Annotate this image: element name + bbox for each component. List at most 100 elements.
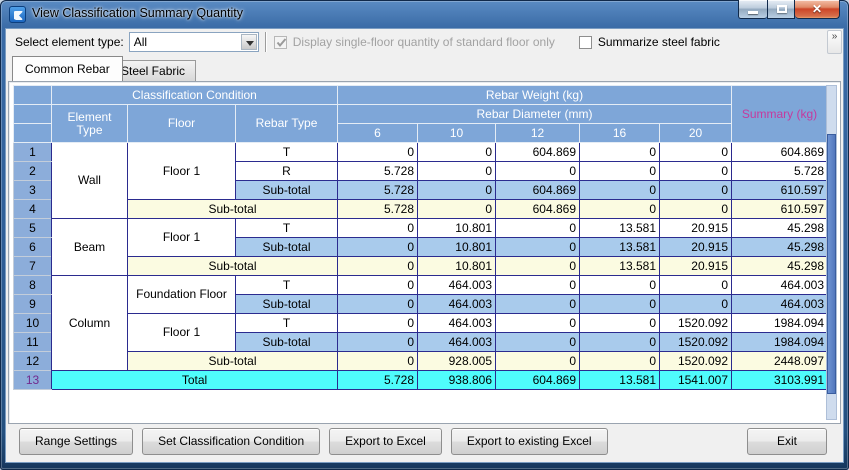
summary-cell[interactable]: 5.728: [732, 162, 828, 181]
summary-cell[interactable]: 45.298: [732, 257, 828, 276]
value-cell[interactable]: 464.003: [418, 276, 496, 295]
value-cell[interactable]: 0: [496, 333, 580, 352]
summarize-steel-fabric-checkbox[interactable]: [579, 36, 592, 49]
row-number-cell[interactable]: 5: [14, 219, 52, 238]
label-cell[interactable]: Total: [52, 371, 338, 390]
value-cell[interactable]: 1520.092: [660, 352, 732, 371]
summary-cell[interactable]: 45.298: [732, 238, 828, 257]
value-cell[interactable]: 1520.092: [660, 333, 732, 352]
label-cell[interactable]: Sub-total: [236, 238, 338, 257]
value-cell[interactable]: 0: [338, 143, 418, 162]
value-cell[interactable]: 1541.007: [660, 371, 732, 390]
maximize-button[interactable]: [767, 0, 795, 19]
value-cell[interactable]: 464.003: [418, 314, 496, 333]
summary-cell[interactable]: 1984.094: [732, 333, 828, 352]
label-cell[interactable]: Column: [52, 276, 128, 371]
label-cell[interactable]: T: [236, 314, 338, 333]
value-cell[interactable]: 604.869: [496, 143, 580, 162]
label-cell[interactable]: Sub-total: [128, 257, 338, 276]
value-cell[interactable]: 0: [418, 162, 496, 181]
value-cell[interactable]: 0: [496, 238, 580, 257]
value-cell[interactable]: 20.915: [660, 238, 732, 257]
label-cell[interactable]: Foundation Floor: [128, 276, 236, 314]
value-cell[interactable]: 5.728: [338, 162, 418, 181]
toolbar-overflow-button[interactable]: »: [827, 30, 842, 54]
summary-cell[interactable]: 604.869: [732, 143, 828, 162]
summary-cell[interactable]: 464.003: [732, 295, 828, 314]
value-cell[interactable]: 0: [580, 200, 660, 219]
label-cell[interactable]: Sub-total: [236, 181, 338, 200]
value-cell[interactable]: 0: [338, 352, 418, 371]
value-cell[interactable]: 0: [338, 314, 418, 333]
label-cell[interactable]: Sub-total: [236, 295, 338, 314]
value-cell[interactable]: 0: [660, 295, 732, 314]
minimize-button[interactable]: [738, 0, 767, 19]
value-cell[interactable]: 0: [660, 162, 732, 181]
summary-cell[interactable]: 1984.094: [732, 314, 828, 333]
value-cell[interactable]: 0: [496, 352, 580, 371]
vertical-scrollbar[interactable]: [826, 85, 837, 420]
label-cell[interactable]: Sub-total: [128, 200, 338, 219]
value-cell[interactable]: 928.005: [418, 352, 496, 371]
value-cell[interactable]: 0: [496, 257, 580, 276]
value-cell[interactable]: 604.869: [496, 181, 580, 200]
value-cell[interactable]: 938.806: [418, 371, 496, 390]
value-cell[interactable]: 0: [338, 276, 418, 295]
label-cell[interactable]: Sub-total: [236, 333, 338, 352]
value-cell[interactable]: 10.801: [418, 238, 496, 257]
summary-cell[interactable]: 610.597: [732, 181, 828, 200]
label-cell[interactable]: Floor 1: [128, 314, 236, 352]
value-cell[interactable]: 10.801: [418, 219, 496, 238]
value-cell[interactable]: 0: [580, 181, 660, 200]
value-cell[interactable]: 0: [580, 143, 660, 162]
scrollbar-thumb[interactable]: [827, 134, 836, 394]
value-cell[interactable]: 0: [496, 295, 580, 314]
value-cell[interactable]: 604.869: [496, 371, 580, 390]
export-to-existing-excel-button[interactable]: Export to existing Excel: [451, 428, 608, 455]
row-number-cell[interactable]: 2: [14, 162, 52, 181]
label-cell[interactable]: T: [236, 219, 338, 238]
value-cell[interactable]: 464.003: [418, 295, 496, 314]
value-cell[interactable]: 0: [580, 314, 660, 333]
value-cell[interactable]: 20.915: [660, 257, 732, 276]
row-number-cell[interactable]: 6: [14, 238, 52, 257]
value-cell[interactable]: 0: [580, 162, 660, 181]
value-cell[interactable]: 5.728: [338, 200, 418, 219]
exit-button[interactable]: Exit: [747, 428, 827, 455]
label-cell[interactable]: T: [236, 143, 338, 162]
row-number-cell[interactable]: 8: [14, 276, 52, 295]
label-cell[interactable]: Beam: [52, 219, 128, 276]
value-cell[interactable]: 0: [418, 200, 496, 219]
value-cell[interactable]: 10.801: [418, 257, 496, 276]
summary-cell[interactable]: 610.597: [732, 200, 828, 219]
value-cell[interactable]: 0: [338, 295, 418, 314]
range-settings-button[interactable]: Range Settings: [19, 428, 133, 455]
value-cell[interactable]: 13.581: [580, 238, 660, 257]
value-cell[interactable]: 0: [338, 257, 418, 276]
row-number-cell[interactable]: 7: [14, 257, 52, 276]
value-cell[interactable]: 0: [338, 238, 418, 257]
value-cell[interactable]: 13.581: [580, 257, 660, 276]
value-cell[interactable]: 20.915: [660, 219, 732, 238]
summary-cell[interactable]: 45.298: [732, 219, 828, 238]
value-cell[interactable]: 0: [580, 295, 660, 314]
combobox-dropdown-button[interactable]: [241, 34, 257, 50]
value-cell[interactable]: 0: [338, 219, 418, 238]
row-number-cell[interactable]: 1: [14, 143, 52, 162]
value-cell[interactable]: 0: [496, 276, 580, 295]
summary-cell[interactable]: 464.003: [732, 276, 828, 295]
summary-cell[interactable]: 3103.991: [732, 371, 828, 390]
value-cell[interactable]: 13.581: [580, 371, 660, 390]
row-number-cell[interactable]: 9: [14, 295, 52, 314]
value-cell[interactable]: 464.003: [418, 333, 496, 352]
value-cell[interactable]: 0: [660, 276, 732, 295]
tab-common-rebar[interactable]: Common Rebar: [12, 56, 123, 81]
value-cell[interactable]: 0: [418, 143, 496, 162]
row-number-cell[interactable]: 3: [14, 181, 52, 200]
value-cell[interactable]: 0: [418, 181, 496, 200]
value-cell[interactable]: 0: [580, 352, 660, 371]
value-cell[interactable]: 13.581: [580, 219, 660, 238]
value-cell[interactable]: 0: [496, 219, 580, 238]
set-classification-condition-button[interactable]: Set Classification Condition: [142, 428, 320, 455]
row-number-cell[interactable]: 13: [14, 371, 52, 390]
